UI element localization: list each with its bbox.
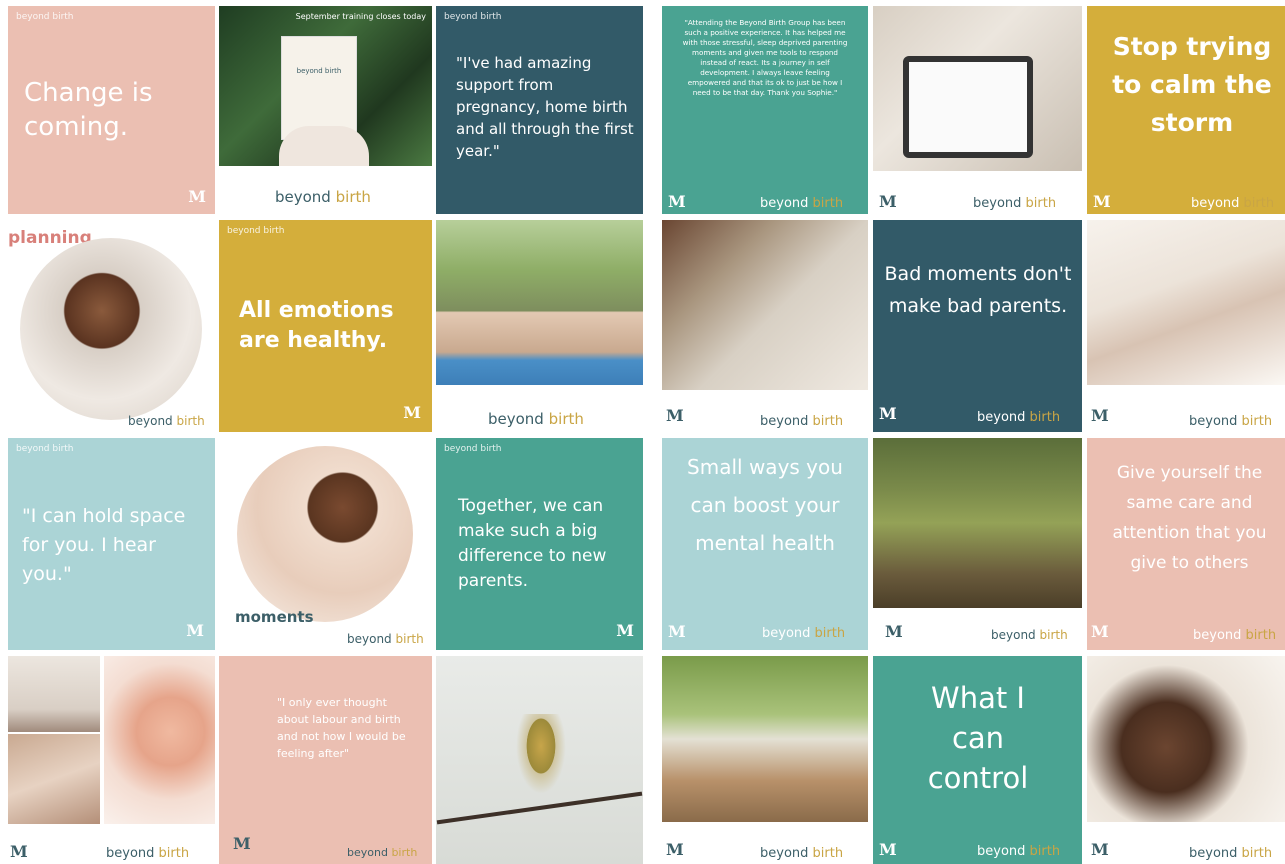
monogram-logo: M <box>668 192 686 211</box>
post-father-baby-photo[interactable]: M beyond birth <box>1087 656 1285 864</box>
monogram-logo: M <box>668 622 686 641</box>
post-hold-space[interactable]: beyond birth "I can hold space for you. … <box>8 438 215 650</box>
post-change-is-coming[interactable]: beyond birth Change is coming. M <box>8 6 215 214</box>
person-photo <box>279 126 369 166</box>
brand-logo: beyond birth <box>760 414 844 429</box>
brand-logo: beyond birth <box>1193 628 1277 643</box>
brand-logo: beyond birth <box>991 628 1068 642</box>
post-together[interactable]: beyond birth Together, we can make such … <box>436 438 643 650</box>
post-labour-quote[interactable]: "I only ever thought about labour and bi… <box>219 656 432 864</box>
monogram-logo: M <box>1091 840 1109 859</box>
monogram-logo: M <box>233 834 251 853</box>
post-group-testimonial[interactable]: "Attending the Beyond Birth Group has be… <box>662 6 868 214</box>
baby-feet-photo <box>104 656 215 824</box>
testimonial-text: "Attending the Beyond Birth Group has be… <box>682 18 848 97</box>
post-stop-trying[interactable]: Stop trying to calm the storm M beyond b… <box>1087 6 1285 214</box>
post-family-picnic-photo[interactable]: M beyond birth <box>662 656 868 864</box>
branch-image <box>436 791 643 825</box>
father-forest-photo <box>873 438 1082 608</box>
post-bad-moments[interactable]: Bad moments don't make bad parents. M be… <box>873 220 1082 432</box>
brand-logo: beyond birth <box>760 196 844 211</box>
booklet-image: beyond birth <box>281 36 357 140</box>
post-moments[interactable]: moments beyond birth <box>219 438 432 650</box>
post-text: What I can control <box>927 681 1029 795</box>
brand-small-label: beyond birth <box>16 444 74 454</box>
monogram-logo: M <box>1091 622 1109 641</box>
post-text: Change is coming. <box>24 78 153 142</box>
yoga-pose-photo <box>8 656 100 732</box>
monogram-logo: M <box>1091 406 1109 425</box>
brand-logo: beyond birth <box>1189 414 1273 429</box>
post-mother-hug-photo[interactable]: M beyond birth <box>662 220 868 432</box>
brand-small-label: beyond birth <box>444 444 502 454</box>
post-text: All emotions are healthy. <box>239 298 394 353</box>
monogram-logo: M <box>188 187 206 206</box>
monogram-logo: M <box>616 621 634 640</box>
brand-logo: beyond birth <box>488 410 584 428</box>
belly-photo <box>8 734 100 824</box>
brand-logo: beyond birth <box>106 846 190 861</box>
monogram-logo: M <box>879 840 897 859</box>
brand-small-label: beyond birth <box>16 12 74 22</box>
brand-logo: beyond birth <box>347 632 424 646</box>
post-what-i-can-control[interactable]: What I can control M beyond birth <box>873 656 1082 864</box>
monogram-logo: M <box>186 621 204 640</box>
post-testimonial-amazing-support[interactable]: beyond birth "I've had amazing support f… <box>436 6 643 214</box>
monogram-logo: M <box>885 622 903 641</box>
post-mother-newborn-photo[interactable]: M beyond birth <box>1087 220 1285 432</box>
post-bird-photo[interactable] <box>436 656 643 864</box>
pregnant-woman-photo <box>20 238 202 420</box>
mother-baby-photo <box>662 220 868 390</box>
brand-logo: beyond birth <box>1189 846 1273 861</box>
booklet-title: beyond birth <box>296 67 342 75</box>
brand-small-label: beyond birth <box>444 12 502 22</box>
post-text: Small ways you can boost your mental hea… <box>687 455 843 555</box>
post-small-ways[interactable]: Small ways you can boost your mental hea… <box>662 438 868 650</box>
mother-newborn-photo <box>1087 220 1285 385</box>
bird-image <box>516 714 566 794</box>
post-text: Give yourself the same care and attentio… <box>1112 463 1267 573</box>
post-training-booklet[interactable]: September training closes today beyond b… <box>219 6 432 214</box>
post-text: Together, we can make such a big differe… <box>458 496 607 591</box>
mother-baby-photo <box>237 446 413 622</box>
brand-logo: beyond birth <box>128 414 205 428</box>
brand-small-label: beyond birth <box>227 226 285 236</box>
parents-babies-photo <box>436 220 643 385</box>
post-give-yourself[interactable]: Give yourself the same care and attentio… <box>1087 438 1285 650</box>
post-parent-group-photo[interactable]: beyond birth <box>436 220 643 432</box>
brand-logo: beyond birth <box>973 196 1057 211</box>
post-text: Bad moments don't make bad parents. <box>884 263 1072 317</box>
brand-logo: beyond birth <box>977 410 1061 425</box>
monogram-logo: M <box>1093 192 1111 211</box>
monogram-logo: M <box>879 404 897 423</box>
post-collage[interactable]: M beyond birth <box>8 656 215 864</box>
post-text: Stop trying to calm the storm <box>1112 32 1272 137</box>
monogram-logo: M <box>666 406 684 425</box>
father-baby-photo <box>1087 656 1285 822</box>
monogram-logo: M <box>666 840 684 859</box>
brand-logo: beyond birth <box>1191 196 1275 211</box>
brand-logo: beyond birth <box>275 188 371 206</box>
tablet-screen <box>903 56 1033 158</box>
moments-label: moments <box>235 608 314 626</box>
brand-logo: beyond birth <box>760 846 844 861</box>
quote-text: "I only ever thought about labour and bi… <box>277 696 406 760</box>
monogram-logo: M <box>403 403 421 422</box>
quote-text: "I can hold space for you. I hear you." <box>22 505 186 585</box>
testimonial-text: "I've had amazing support from pregnancy… <box>456 54 634 160</box>
post-ebook-tablet[interactable]: M beyond birth <box>873 6 1082 214</box>
monogram-logo: M <box>10 842 28 861</box>
family-picnic-photo <box>662 656 868 822</box>
post-planning[interactable]: planning beyond birth <box>8 220 215 432</box>
post-all-emotions[interactable]: beyond birth All emotions are healthy. M <box>219 220 432 432</box>
training-banner-text: September training closes today <box>295 12 426 21</box>
brand-logo: beyond birth <box>762 626 846 641</box>
monogram-logo: M <box>879 192 897 211</box>
brand-logo: beyond birth <box>347 846 418 859</box>
brand-logo: beyond birth <box>977 844 1061 859</box>
post-father-forest-photo[interactable]: M beyond birth <box>873 438 1082 650</box>
